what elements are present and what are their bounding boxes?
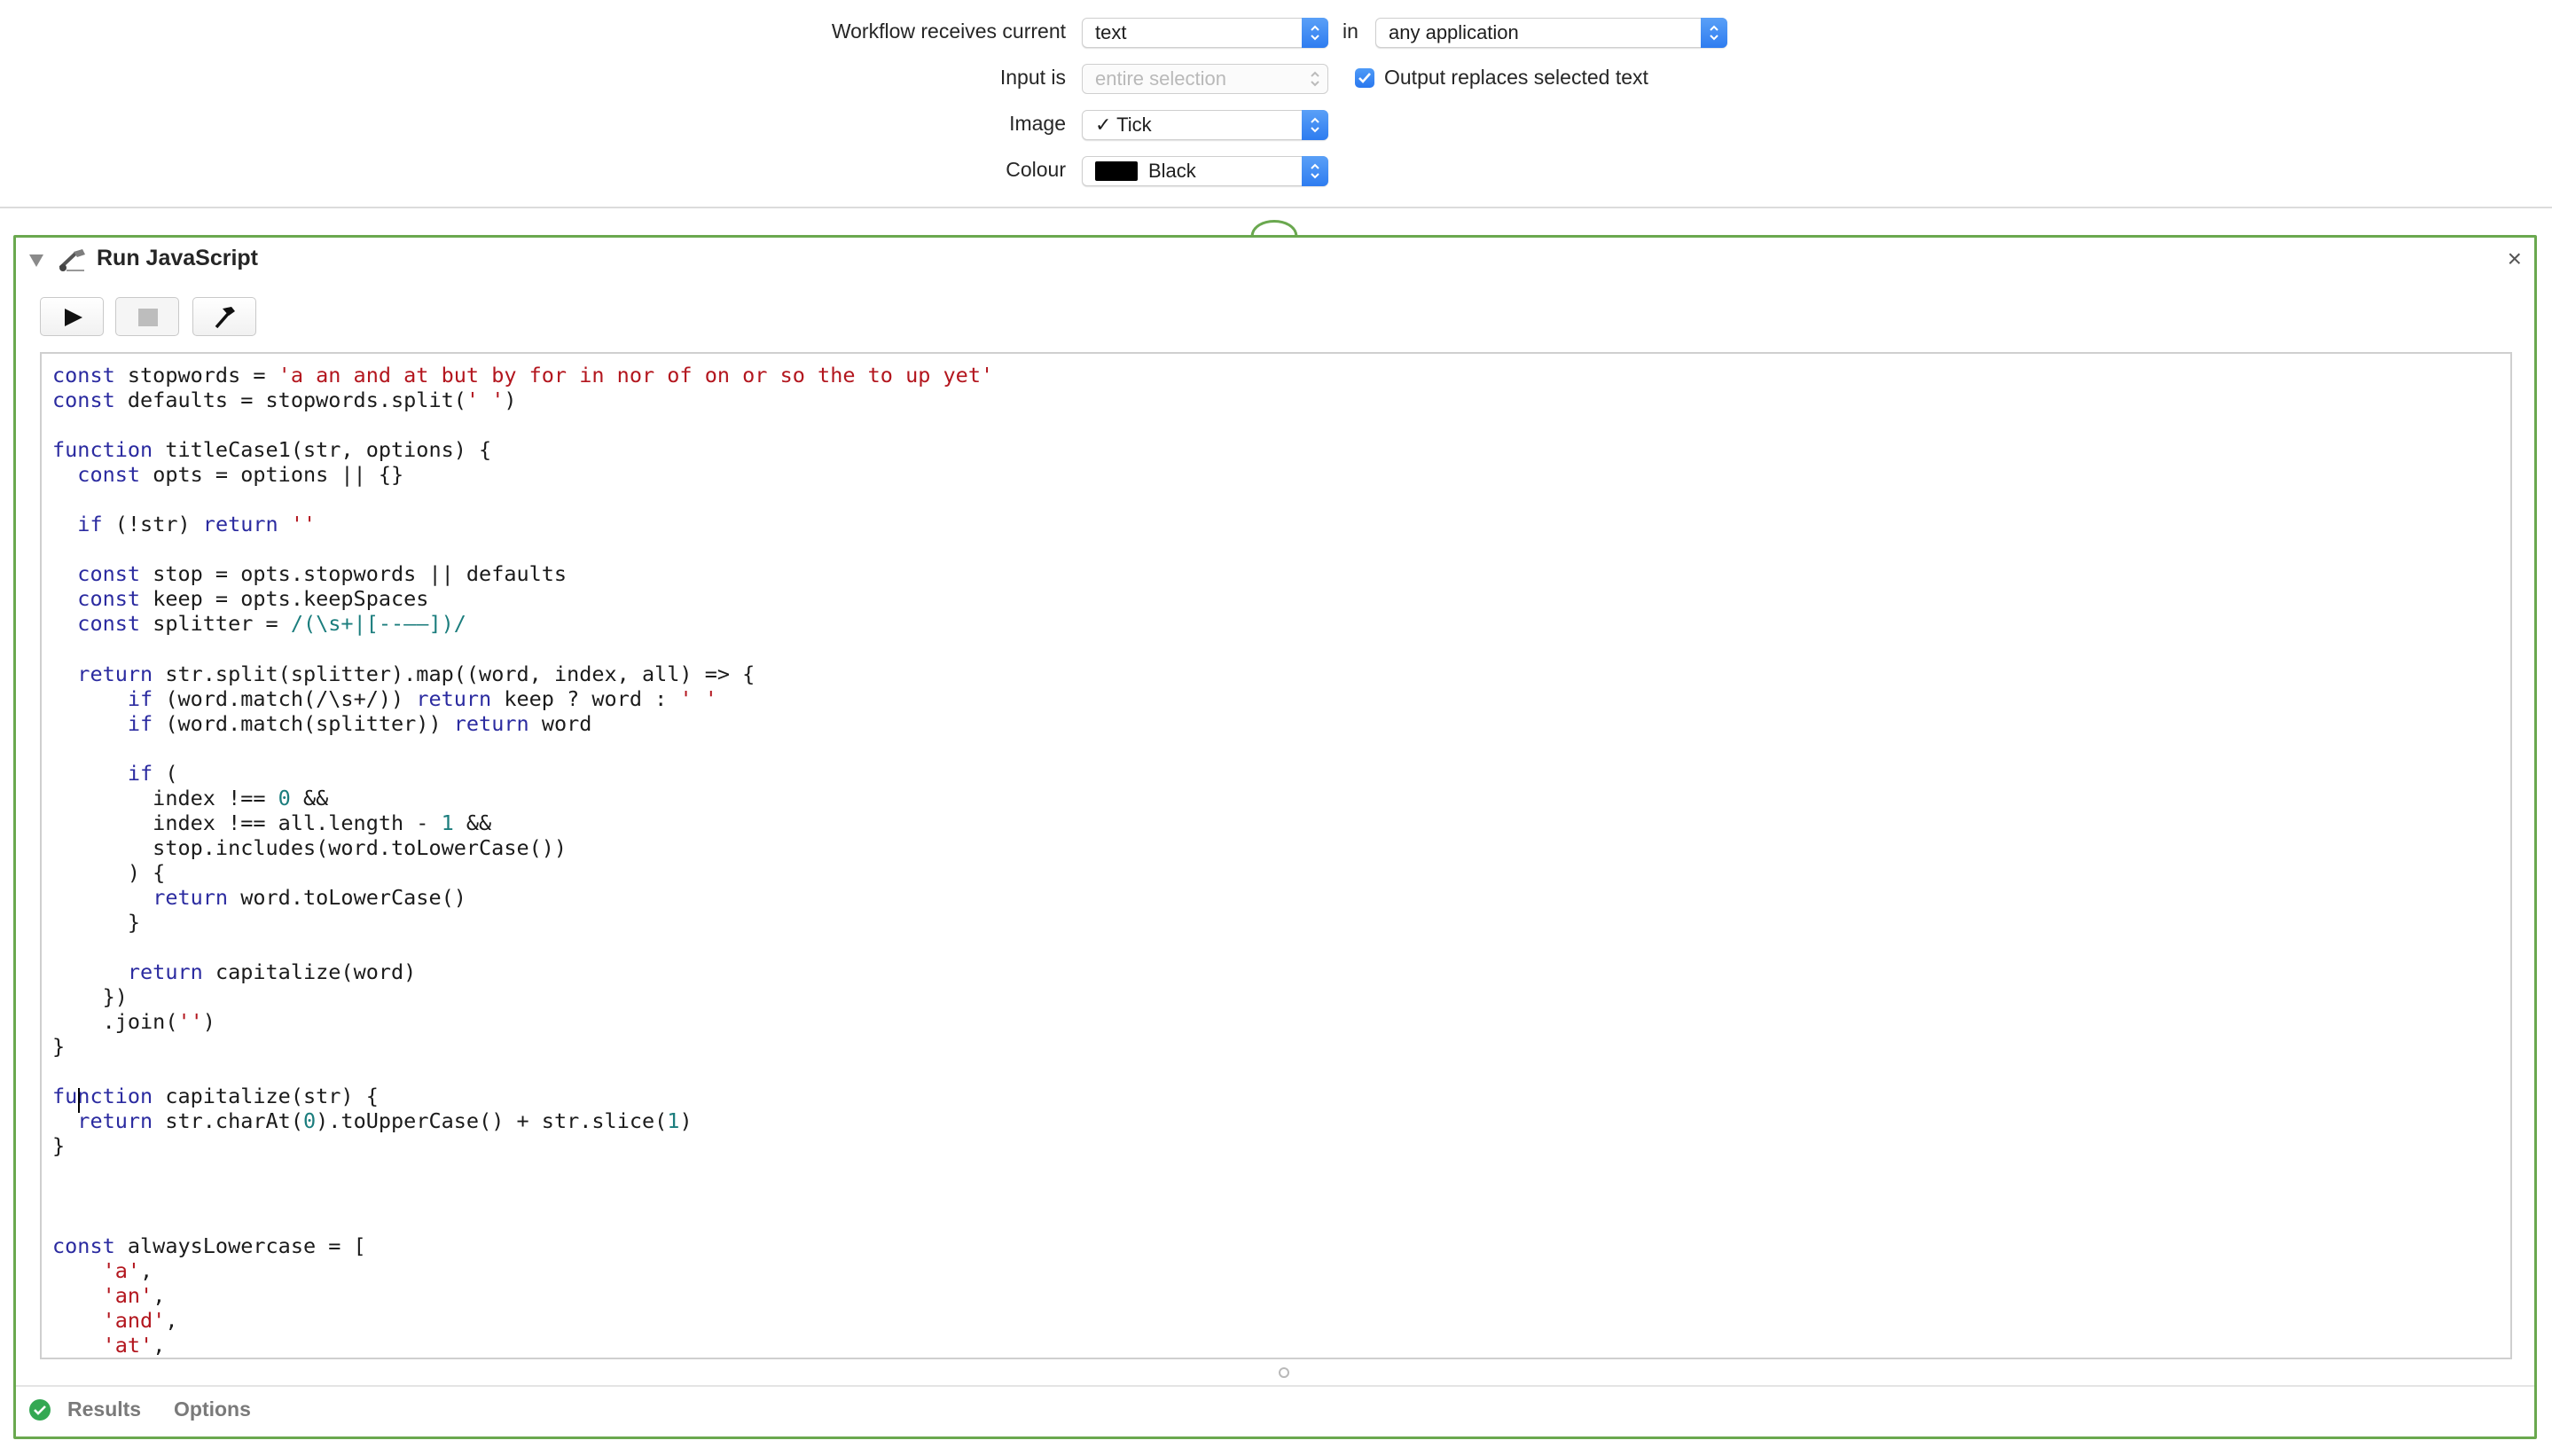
code-line: return word.toLowerCase() [153, 884, 466, 910]
input-is-value: entire selection [1095, 67, 1226, 90]
in-label: in [1343, 20, 1358, 43]
code-line: function capitalize(str) { [52, 1084, 379, 1109]
code-line: ) { [52, 859, 166, 885]
code-line: index !== all.length - 1 && [52, 810, 492, 835]
popup-stepper-icon [1701, 18, 1727, 48]
colour-popup[interactable]: Black [1082, 156, 1328, 186]
code-line: const defaults = stopwords.split(' ') [52, 387, 517, 413]
popup-stepper-icon [1302, 156, 1328, 186]
application-value: any application [1389, 21, 1519, 43]
checkmark-icon [1358, 73, 1371, 83]
stop-icon [138, 309, 158, 326]
code-line: const opts = options || {} [77, 462, 404, 488]
input-is-popup: entire selection [1082, 64, 1328, 94]
code-line: if (word.match(splitter)) return word [127, 710, 592, 736]
popup-stepper-icon [1302, 64, 1328, 94]
resize-handle[interactable] [1279, 1367, 1289, 1378]
code-line: 'and', [102, 1307, 178, 1333]
code-text: const stopwords = 'a an and at but by fo… [52, 363, 993, 1358]
stop-button[interactable] [115, 297, 179, 336]
code-line: } [52, 1034, 66, 1060]
close-icon[interactable]: × [2508, 245, 2522, 273]
colour-swatch [1095, 161, 1138, 181]
results-tab[interactable]: Results [67, 1397, 141, 1421]
text-cursor [78, 1088, 80, 1113]
workflow-settings-header: Workflow receives current text in any ap… [0, 0, 2552, 208]
code-line: } [52, 1133, 66, 1159]
code-editor[interactable]: const stopwords = 'a an and at but by fo… [40, 352, 2512, 1359]
check-circle-icon [29, 1399, 51, 1421]
code-line: return str.charAt(0).toUpperCase() + str… [77, 1108, 693, 1134]
options-tab[interactable]: Options [174, 1397, 251, 1421]
code-line: 'at', [102, 1332, 166, 1358]
code-line: if (word.match(/\s+/)) return keep ? wor… [127, 685, 717, 711]
action-footer: Results Options [16, 1385, 2534, 1436]
code-line: const stopwords = 'a an and at but by fo… [52, 363, 994, 387]
image-popup[interactable]: ✓ Tick [1082, 110, 1328, 140]
code-line: stop.includes(word.toLowerCase()) [52, 834, 568, 860]
disclosure-triangle-icon[interactable] [28, 254, 44, 268]
input-is-label: Input is [999, 66, 1066, 89]
code-line: index !== 0 && [52, 785, 329, 810]
popup-stepper-icon [1302, 18, 1328, 48]
action-connector-icon [1250, 220, 1298, 237]
action-title: Run JavaScript [97, 246, 259, 270]
workflow-receives-label: Workflow receives current [831, 20, 1066, 43]
code-line: .join('') [52, 1009, 215, 1035]
code-line: const alwaysLowercase = [ [52, 1233, 366, 1258]
action-header: Run JavaScript × [16, 238, 2534, 282]
code-line: const splitter = /(\s+|[-‑–—])/ [77, 611, 466, 637]
application-popup[interactable]: any application [1375, 18, 1727, 48]
image-label: Image [1009, 112, 1066, 135]
play-icon [65, 309, 82, 326]
code-line: const keep = opts.keepSpaces [77, 586, 429, 612]
code-line: return str.split(splitter).map((word, in… [77, 661, 755, 686]
code-line: if (!str) return '' [77, 512, 317, 537]
script-editor-icon [59, 249, 85, 271]
run-javascript-action: Run JavaScript × const stopwords = 'a an… [13, 235, 2537, 1439]
colour-value: Black [1148, 160, 1196, 182]
image-value: ✓ Tick [1095, 114, 1152, 136]
run-button[interactable] [40, 297, 104, 336]
code-line: function titleCase1(str, options) { [52, 437, 492, 463]
code-line: 'an', [102, 1282, 166, 1308]
receives-type-value: text [1095, 21, 1127, 43]
code-line: }) [52, 984, 128, 1010]
code-line: 'a', [102, 1257, 153, 1283]
code-line: } [52, 910, 141, 935]
receives-type-popup[interactable]: text [1082, 18, 1328, 48]
compile-button[interactable] [192, 297, 256, 336]
code-line: const stop = opts.stopwords || defaults [77, 561, 568, 587]
hammer-icon [215, 307, 235, 329]
code-line: return capitalize(word) [127, 959, 417, 985]
colour-label: Colour [1006, 158, 1066, 181]
popup-stepper-icon [1302, 110, 1328, 140]
code-line: if ( [127, 760, 178, 786]
output-replaces-checkbox[interactable] [1355, 68, 1374, 88]
output-replaces-label: Output replaces selected text [1384, 66, 1648, 89]
